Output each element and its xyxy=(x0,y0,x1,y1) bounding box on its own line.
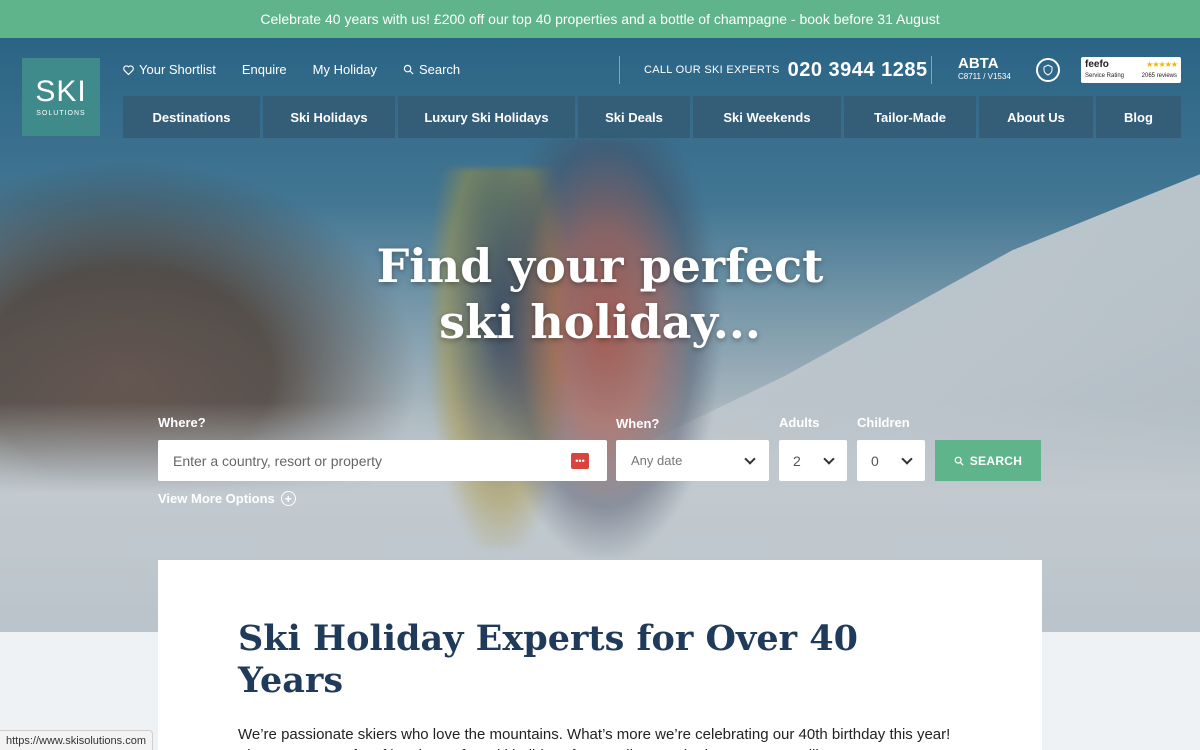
utility-nav: Your Shortlist Enquire My Holiday Search xyxy=(123,62,460,77)
abta-badge: ABTA C8711 / V1534 xyxy=(931,56,1011,84)
my-holiday-link[interactable]: My Holiday xyxy=(313,62,377,77)
nav-about-us[interactable]: About Us xyxy=(979,96,1093,138)
phone-contact[interactable]: CALL OUR SKI EXPERTS 020 3944 1285 xyxy=(619,56,928,84)
intro-heading: Ski Holiday Experts for Over 40 Years xyxy=(238,618,858,701)
feefo-reviews: 2065 reviews xyxy=(1141,73,1177,79)
when-label: When? xyxy=(616,416,660,431)
intro-card: Ski Holiday Experts for Over 40 Years We… xyxy=(158,560,1042,750)
abta-code: C8711 / V1534 xyxy=(958,72,1011,81)
children-label: Children xyxy=(857,415,910,430)
nav-label: Luxury Ski Holidays xyxy=(424,109,549,125)
nav-blog[interactable]: Blog xyxy=(1096,96,1181,138)
nav-label: Ski Deals xyxy=(605,109,663,125)
promo-text: Celebrate 40 years with us! £200 off our… xyxy=(260,11,940,27)
search-icon xyxy=(954,456,964,466)
nav-luxury-ski-holidays[interactable]: Luxury Ski Holidays xyxy=(398,96,575,138)
more-options-label: View More Options xyxy=(158,491,275,506)
nav-label: Ski Holidays xyxy=(290,109,368,125)
children-select[interactable]: 0 xyxy=(857,440,925,481)
nav-label: Blog xyxy=(1124,109,1153,125)
abta-logo: ABTA xyxy=(958,55,999,72)
logo-text: SKI xyxy=(35,75,87,108)
hero-headline: Find your perfect ski holiday... xyxy=(0,238,1200,350)
nav-label: Tailor-Made xyxy=(874,109,946,125)
nav-destinations[interactable]: Destinations xyxy=(123,96,260,138)
atol-shield-icon xyxy=(1036,58,1060,82)
where-label: Where? xyxy=(158,415,206,430)
children-value: 0 xyxy=(871,452,879,469)
nav-ski-deals[interactable]: Ski Deals xyxy=(578,96,690,138)
hero-line-1: Find your perfect xyxy=(376,239,824,293)
my-holiday-label: My Holiday xyxy=(312,62,377,77)
logo-subtext: SOLUTIONS xyxy=(36,110,86,117)
feefo-logo: feefo xyxy=(1085,59,1109,70)
feefo-rating-label: Service Rating xyxy=(1085,73,1125,79)
feefo-badge[interactable]: feefo ★★★★★ Service Rating 2065 reviews xyxy=(1081,57,1181,83)
heart-icon xyxy=(123,64,134,75)
search-button-label: SEARCH xyxy=(969,453,1023,468)
view-more-options-link[interactable]: View More Options + xyxy=(158,491,296,506)
search-link[interactable]: Search xyxy=(403,62,460,77)
adults-select[interactable]: 2 xyxy=(779,440,847,481)
main-nav: Destinations Ski Holidays Luxury Ski Hol… xyxy=(123,96,1181,138)
chevron-down-icon xyxy=(744,452,756,465)
nav-label: Destinations xyxy=(152,109,231,125)
plus-circle-icon: + xyxy=(280,491,296,506)
nav-label: Ski Weekends xyxy=(723,109,811,125)
chevron-down-icon xyxy=(901,452,913,465)
rating-stars-icon: ★★★★★ xyxy=(1146,60,1178,69)
nav-label: About Us xyxy=(1007,109,1065,125)
adults-label: Adults xyxy=(779,415,820,430)
date-select[interactable]: Any date xyxy=(616,440,769,481)
enquire-label: Enquire xyxy=(241,62,287,77)
site-logo[interactable]: SKI SOLUTIONS xyxy=(22,58,100,136)
destination-input[interactable]: Enter a country, resort or property ••• xyxy=(158,440,607,481)
nav-tailor-made[interactable]: Tailor-Made xyxy=(844,96,976,138)
status-bar-url: https://www.skisolutions.com xyxy=(0,730,153,750)
hero-line-2: ski holiday... xyxy=(439,295,761,349)
nav-ski-holidays[interactable]: Ski Holidays xyxy=(263,96,395,138)
chevron-down-icon xyxy=(823,452,835,465)
calendar-icon[interactable]: ••• xyxy=(571,452,589,469)
search-label: Search xyxy=(418,62,461,77)
shortlist-link[interactable]: Your Shortlist xyxy=(123,62,216,77)
nav-ski-weekends[interactable]: Ski Weekends xyxy=(693,96,841,138)
search-icon xyxy=(403,64,414,75)
promo-banner[interactable]: Celebrate 40 years with us! £200 off our… xyxy=(0,0,1200,38)
search-button[interactable]: SEARCH xyxy=(935,440,1041,481)
date-value: Any date xyxy=(631,453,683,468)
shortlist-label: Your Shortlist xyxy=(139,62,216,77)
intro-paragraph: We’re passionate skiers who love the mou… xyxy=(238,726,951,750)
enquire-link[interactable]: Enquire xyxy=(242,62,287,77)
destination-placeholder: Enter a country, resort or property xyxy=(173,452,383,469)
phone-number: 020 3944 1285 xyxy=(787,58,928,81)
phone-label: CALL OUR SKI EXPERTS xyxy=(644,64,780,76)
adults-value: 2 xyxy=(793,452,801,469)
